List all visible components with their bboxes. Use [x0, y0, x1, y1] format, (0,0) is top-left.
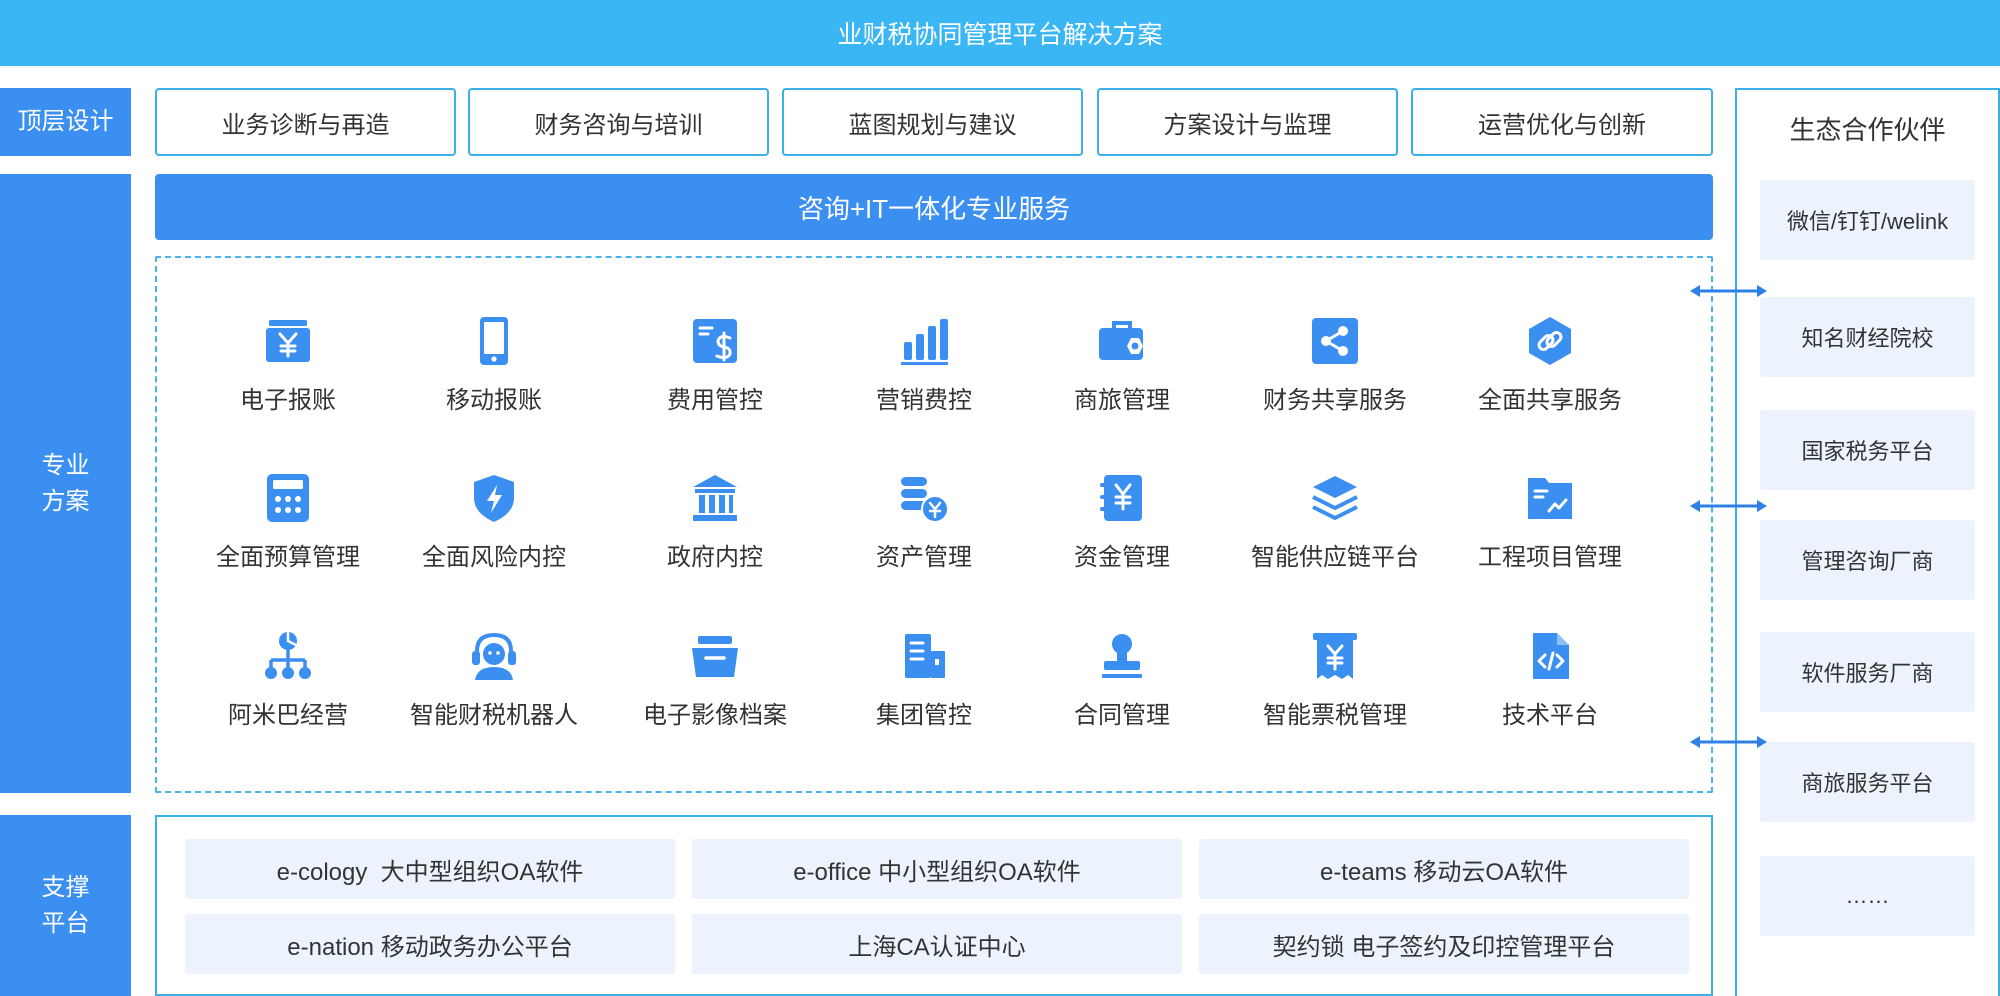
module-label: 全面共享服务 [1478, 387, 1622, 414]
module-label: 全面预算管理 [216, 544, 360, 571]
module-label: 资金管理 [1074, 544, 1170, 571]
module-comprehensive-shared-service[interactable]: 全面共享服务 [1455, 316, 1645, 436]
double-arrow-icon [1690, 736, 1767, 748]
module-label: 智能财税机器人 [410, 702, 578, 729]
support-platform-item: 上海CA认证中心 [692, 914, 1182, 974]
module-expense-control[interactable]: 费用管控 [620, 316, 810, 436]
yen-receipt-icon [1313, 633, 1357, 679]
module-label: 费用管控 [667, 387, 763, 414]
module-asset-management[interactable]: 资产管理 [829, 473, 1019, 593]
module-label: 政府内控 [667, 544, 763, 571]
side-label-solutions: 专业 方案 [0, 174, 131, 793]
calculator-icon [267, 474, 309, 522]
module-risk-control[interactable]: 全面风险内控 [399, 473, 589, 593]
module-label: 全面风险内控 [422, 544, 566, 571]
side-label-support: 支撑 平台 [0, 815, 131, 996]
project-folder-icon [1528, 478, 1572, 519]
shield-bolt-icon [474, 475, 514, 522]
support-platform-item: e-office 中小型组织OA软件 [692, 839, 1182, 899]
module-group-control[interactable]: 集团管控 [829, 631, 1019, 751]
support-platform-item: e-teams 移动云OA软件 [1199, 839, 1689, 899]
module-engineering-project-management[interactable]: 工程项目管理 [1455, 473, 1645, 593]
module-finance-tax-robot[interactable]: 智能财税机器人 [399, 631, 589, 751]
partners-title: 生态合作伙伴 [1789, 114, 1946, 145]
partner-item: …… [1760, 856, 1975, 936]
top-service-card: 运营优化与创新 [1411, 88, 1713, 156]
module-electronic-reimbursement[interactable]: 电子报账 [193, 316, 383, 436]
stamp-icon [1102, 634, 1142, 678]
archive-box-icon [692, 636, 738, 677]
dollar-card-icon [693, 319, 737, 363]
org-tree-icon [265, 632, 311, 679]
module-supply-chain-platform[interactable]: 智能供应链平台 [1240, 473, 1430, 593]
headset-agent-icon [472, 632, 516, 680]
office-building-icon [905, 634, 945, 678]
module-mobile-reimbursement[interactable]: 移动报账 [399, 316, 589, 436]
support-platform-item: e-cology 大中型组织OA软件 [185, 839, 675, 899]
module-label: 资产管理 [876, 544, 972, 571]
support-platform-item: e-nation 移动政务办公平台 [185, 914, 675, 974]
partner-item: 管理咨询厂商 [1760, 520, 1975, 600]
page-title-banner: 业财税协同管理平台解决方案 [0, 0, 2000, 66]
module-amoeba-management[interactable]: 阿米巴经营 [193, 631, 383, 751]
code-file-icon [1533, 633, 1569, 679]
module-marketing-expense[interactable]: 营销费控 [829, 316, 1019, 436]
yen-notebook-icon [1100, 475, 1142, 521]
side-label-top-design: 顶层设计 [0, 88, 131, 156]
partner-item: 商旅服务平台 [1760, 742, 1975, 822]
module-fund-management[interactable]: 资金管理 [1027, 473, 1217, 593]
mobile-phone-icon [480, 317, 508, 365]
layers-icon [1312, 476, 1358, 520]
double-arrow-icon [1690, 285, 1767, 297]
module-label: 合同管理 [1074, 702, 1170, 729]
yen-document-icon [266, 320, 310, 362]
module-government-internal-control[interactable]: 政府内控 [620, 473, 810, 593]
module-label: 商旅管理 [1074, 387, 1170, 414]
bar-chart-icon [901, 319, 948, 365]
module-label: 移动报账 [446, 387, 542, 414]
share-icon [1312, 318, 1358, 364]
link-icon [1529, 317, 1571, 365]
page-title: 业财税协同管理平台解决方案 [837, 21, 1163, 49]
top-service-card: 蓝图规划与建议 [782, 88, 1083, 156]
support-platform-item: 契约锁 电子签约及印控管理平台 [1199, 914, 1689, 974]
module-label: 集团管控 [876, 702, 972, 729]
module-label: 智能票税管理 [1263, 702, 1407, 729]
module-financial-shared-service[interactable]: 财务共享服务 [1240, 316, 1430, 436]
module-label: 智能供应链平台 [1251, 544, 1419, 571]
module-technology-platform[interactable]: 技术平台 [1455, 631, 1645, 751]
module-label: 技术平台 [1502, 702, 1598, 729]
coin-stack-icon [901, 477, 949, 523]
top-service-card: 业务诊断与再造 [155, 88, 456, 156]
partner-item: 软件服务厂商 [1760, 632, 1975, 712]
module-label: 阿米巴经营 [228, 702, 348, 729]
module-image-archive[interactable]: 电子影像档案 [620, 631, 810, 751]
module-label: 电子影像档案 [643, 702, 787, 729]
top-service-card: 方案设计与监理 [1097, 88, 1398, 156]
module-budget-management[interactable]: 全面预算管理 [193, 473, 383, 593]
consulting-service-bar: 咨询+IT一体化专业服务 [155, 174, 1713, 240]
module-contract-management[interactable]: 合同管理 [1027, 631, 1217, 751]
partner-item: 知名财经院校 [1760, 297, 1975, 377]
partner-item: 国家税务平台 [1760, 410, 1975, 490]
briefcase-icon [1099, 321, 1143, 360]
module-travel-management[interactable]: 商旅管理 [1027, 316, 1217, 436]
double-arrow-icon [1690, 500, 1767, 512]
module-label: 财务共享服务 [1263, 387, 1407, 414]
module-label: 工程项目管理 [1478, 544, 1622, 571]
partner-item: 微信/钉钉/welink [1760, 180, 1975, 260]
module-label: 营销费控 [876, 387, 972, 414]
module-label: 电子报账 [240, 387, 336, 414]
government-building-icon [693, 475, 737, 521]
top-service-card: 财务咨询与培训 [468, 88, 769, 156]
module-invoice-tax-management[interactable]: 智能票税管理 [1240, 631, 1430, 751]
